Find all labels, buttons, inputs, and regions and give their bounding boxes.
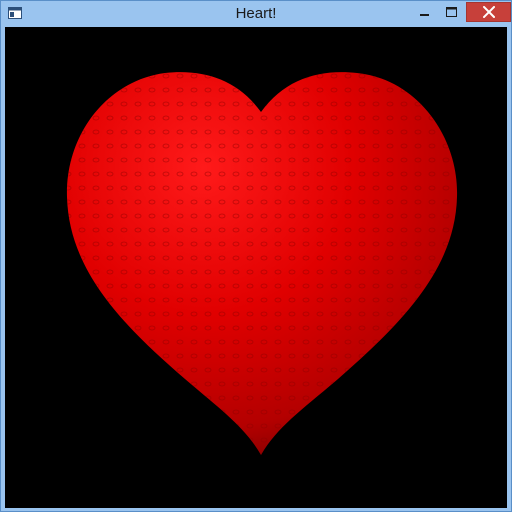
maximize-icon [446,7,457,17]
window-app-icon[interactable] [8,7,22,19]
minimize-icon [419,14,429,16]
heart-texture [66,72,458,456]
minimize-button[interactable] [411,2,438,22]
heart-drawing [66,72,458,456]
app-window: Heart! [0,0,512,512]
title-bar[interactable]: Heart! [1,1,511,27]
close-icon [482,6,495,18]
render-canvas[interactable] [5,27,507,508]
maximize-button[interactable] [438,2,465,22]
close-button[interactable] [466,2,511,22]
